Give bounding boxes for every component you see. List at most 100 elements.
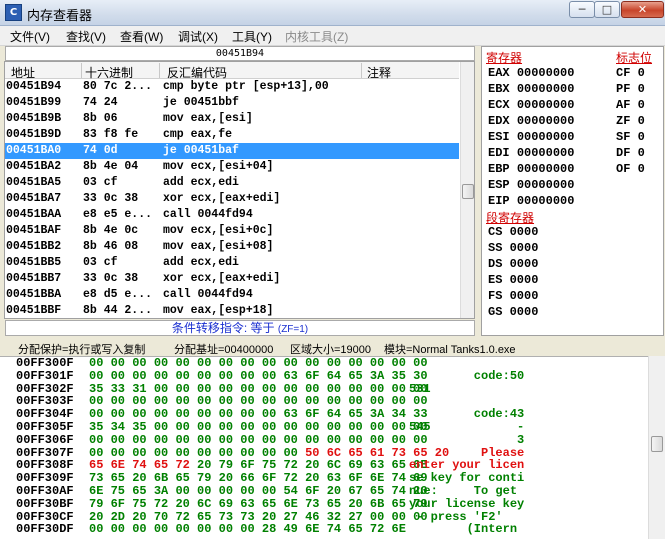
disasm-row[interactable]: 00451BAF 8b 4e 0c mov ecx,[esi+0c]: [5, 223, 459, 239]
register-name: DS: [488, 257, 503, 271]
disasm-address: 00451BB7: [6, 272, 62, 285]
segment-register-cs[interactable]: CS 0000: [488, 225, 538, 239]
register-ecx[interactable]: ECX 00000000: [488, 98, 574, 112]
register-esp[interactable]: ESP 00000000: [488, 178, 574, 192]
flag-af[interactable]: AF 0: [616, 98, 645, 112]
register-name: ECX: [488, 98, 510, 112]
register-value[interactable]: 00000000: [517, 194, 575, 208]
hex-scrollbar[interactable]: [648, 356, 665, 539]
register-ebp[interactable]: EBP 00000000: [488, 162, 574, 176]
menu-view[interactable]: 查看(W): [120, 28, 163, 45]
disasm-bytes: e8 d5 e...: [83, 288, 153, 301]
disasm-bytes: 33 0c 38: [83, 192, 139, 205]
hex-scrollbar-thumb[interactable]: [651, 436, 663, 452]
disasm-row[interactable]: 00451BB5 03 cf add ecx,edi: [5, 255, 459, 271]
disasm-bytes: 8b 44 2...: [83, 304, 153, 317]
register-esi[interactable]: ESI 00000000: [488, 130, 574, 144]
register-value[interactable]: 0: [638, 146, 645, 160]
register-value[interactable]: 0: [638, 130, 645, 144]
disasm-row[interactable]: 00451BBF 8b 44 2... mov eax,[esp+18]: [5, 303, 459, 318]
disassembly-scrollbar[interactable]: [460, 62, 474, 318]
menu-search[interactable]: 查找(V): [66, 28, 106, 45]
disasm-row[interactable]: 00451BBA e8 d5 e... call 0044fd94: [5, 287, 459, 303]
disasm-row[interactable]: 00451BB7 33 0c 38 xor ecx,[eax+edi]: [5, 271, 459, 287]
flag-of[interactable]: OF 0: [616, 162, 645, 176]
disasm-row[interactable]: 00451BA0 74 0d je 00451baf: [5, 143, 459, 159]
hex-dump-pane[interactable]: 00FF300F 00 00 00 00 00 00 00 00 00 00 00…: [0, 356, 648, 539]
register-edi[interactable]: EDI 00000000: [488, 146, 574, 160]
disasm-address: 00451B9D: [6, 128, 62, 141]
flag-cf[interactable]: CF 0: [616, 66, 645, 80]
register-value[interactable]: 0: [638, 98, 645, 112]
segment-register-ss[interactable]: SS 0000: [488, 241, 538, 255]
flag-zf[interactable]: ZF 0: [616, 114, 645, 128]
flag-df[interactable]: DF 0: [616, 146, 645, 160]
disasm-bytes: 33 0c 38: [83, 272, 139, 285]
disasm-address: 00451BA0: [6, 144, 62, 157]
register-ebx[interactable]: EBX 00000000: [488, 82, 574, 96]
register-value[interactable]: 0: [638, 66, 645, 80]
register-name: OF: [616, 162, 631, 176]
disasm-address: 00451B9B: [6, 112, 62, 125]
disasm-row[interactable]: 00451BA5 03 cf add ecx,edi: [5, 175, 459, 191]
register-value[interactable]: 00000000: [517, 162, 575, 176]
disasm-instruction: je 00451bbf: [163, 96, 239, 109]
register-value[interactable]: 0000: [510, 257, 539, 271]
menu-debug[interactable]: 调试(X): [178, 28, 218, 45]
register-value[interactable]: 00000000: [517, 114, 575, 128]
register-name: CF: [616, 66, 631, 80]
disasm-address: 00451BA2: [6, 160, 62, 173]
hex-row[interactable]: 00FF30DF 00 00 00 00 00 00 00 00 28 49 6E…: [0, 523, 648, 536]
register-name: ES: [488, 273, 503, 287]
register-value[interactable]: 00000000: [517, 178, 575, 192]
disasm-bytes: 8b 06: [83, 112, 118, 125]
register-value[interactable]: 0000: [510, 305, 539, 319]
disasm-row[interactable]: 00451B9D 83 f8 fe cmp eax,fe: [5, 127, 459, 143]
register-value[interactable]: 0: [638, 82, 645, 96]
register-value[interactable]: 00000000: [517, 146, 575, 160]
register-value[interactable]: 00000000: [517, 82, 575, 96]
hex-bytes[interactable]: 00 00 00 00 00 00 00 00 28 49 6E 74 65 7…: [89, 523, 406, 536]
disasm-bytes: e8 e5 e...: [83, 208, 153, 221]
segment-register-es[interactable]: ES 0000: [488, 273, 538, 287]
flag-sf[interactable]: SF 0: [616, 130, 645, 144]
flag-pf[interactable]: PF 0: [616, 82, 645, 96]
register-value[interactable]: 0000: [510, 225, 539, 239]
segment-register-ds[interactable]: DS 0000: [488, 257, 538, 271]
disasm-instruction: call 0044fd94: [163, 288, 253, 301]
register-value[interactable]: 0000: [510, 273, 539, 287]
disasm-row[interactable]: 00451BA2 8b 4e 04 mov ecx,[esi+04]: [5, 159, 459, 175]
register-name: GS: [488, 305, 503, 319]
maximize-button[interactable]: □: [594, 1, 620, 18]
menu-tools[interactable]: 工具(Y): [232, 28, 272, 45]
module-info: 模块=Normal Tanks1.0.exe: [384, 344, 516, 356]
disasm-row[interactable]: 00451BA7 33 0c 38 xor ecx,[eax+edi]: [5, 191, 459, 207]
disasm-instruction: xor ecx,[eax+edi]: [163, 192, 281, 205]
register-value[interactable]: 0000: [510, 241, 539, 255]
register-name: EIP: [488, 194, 510, 208]
segment-register-gs[interactable]: GS 0000: [488, 305, 538, 319]
register-edx[interactable]: EDX 00000000: [488, 114, 574, 128]
disasm-row[interactable]: 00451B99 74 24 je 00451bbf: [5, 95, 459, 111]
scrollbar-thumb[interactable]: [462, 184, 474, 199]
register-value[interactable]: 0: [638, 114, 645, 128]
segment-register-fs[interactable]: FS 0000: [488, 289, 538, 303]
address-bar[interactable]: 00451B94: [5, 46, 475, 61]
close-button[interactable]: ✕: [621, 1, 664, 18]
disasm-row[interactable]: 00451BB2 8b 46 08 mov eax,[esi+08]: [5, 239, 459, 255]
disasm-address: 00451BBF: [6, 304, 62, 317]
register-eax[interactable]: EAX 00000000: [488, 66, 574, 80]
register-eip[interactable]: EIP 00000000: [488, 194, 574, 208]
register-value[interactable]: 0: [638, 162, 645, 176]
menu-file[interactable]: 文件(V): [10, 28, 50, 45]
disasm-address: 00451BB5: [6, 256, 62, 269]
disasm-row[interactable]: 00451B94 80 7c 2... cmp byte ptr [esp+13],…: [5, 79, 459, 95]
disasm-instruction: mov eax,[esi+08]: [163, 240, 274, 253]
register-value[interactable]: 00000000: [517, 98, 575, 112]
register-value[interactable]: 0000: [510, 289, 539, 303]
disasm-row[interactable]: 00451B9B 8b 06 mov eax,[esi]: [5, 111, 459, 127]
disasm-row[interactable]: 00451BAA e8 e5 e... call 0044fd94: [5, 207, 459, 223]
register-value[interactable]: 00000000: [517, 130, 575, 144]
register-value[interactable]: 00000000: [517, 66, 575, 80]
minimize-button[interactable]: ─: [569, 1, 595, 18]
